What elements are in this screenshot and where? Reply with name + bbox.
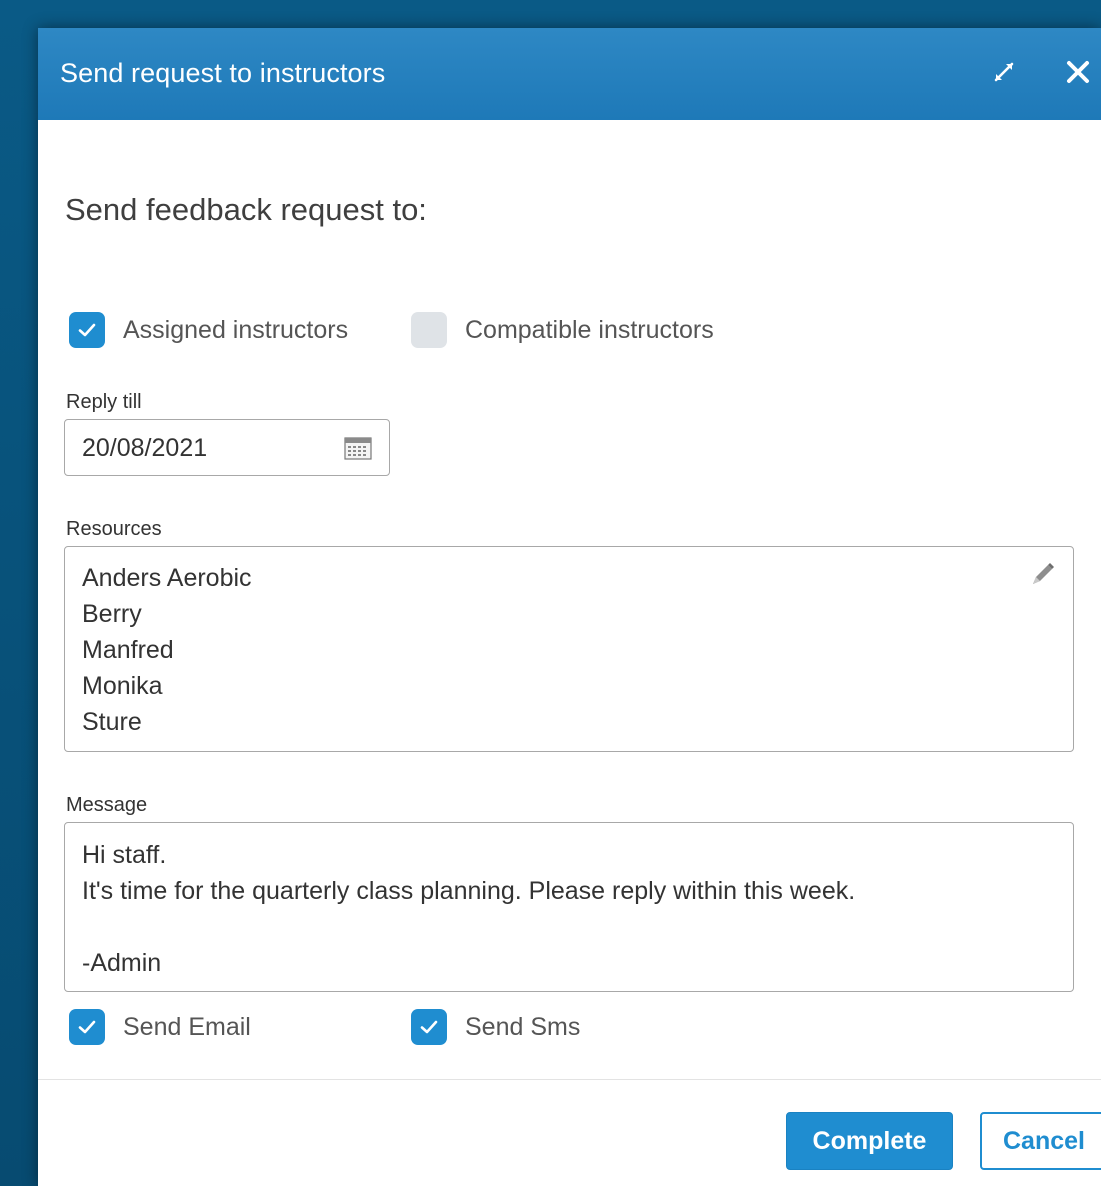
close-icon[interactable] bbox=[1062, 56, 1094, 88]
send-sms-label: Send Sms bbox=[465, 1012, 581, 1041]
message-textarea[interactable]: Hi staff. It's time for the quarterly cl… bbox=[64, 822, 1074, 992]
reply-till-date-field[interactable]: 20/08/2021 bbox=[64, 419, 390, 476]
message-line: Hi staff. bbox=[82, 841, 167, 869]
resource-item: Sture bbox=[82, 708, 142, 736]
message-line bbox=[82, 909, 1056, 945]
reply-till-label: Reply till bbox=[66, 391, 142, 413]
dialog-titlebar: Send request to instructors bbox=[38, 28, 1101, 120]
form-heading: Send feedback request to: bbox=[65, 192, 427, 227]
checkbox-checked-icon[interactable] bbox=[69, 312, 105, 348]
pencil-icon[interactable] bbox=[1027, 560, 1057, 595]
assigned-instructors-label: Assigned instructors bbox=[123, 315, 349, 344]
checkbox-checked-icon[interactable] bbox=[69, 1009, 105, 1045]
checkbox-unchecked-icon[interactable] bbox=[411, 312, 447, 348]
resource-item: Monika bbox=[82, 672, 163, 700]
compatible-instructors-checkbox[interactable]: Compatible instructors bbox=[411, 312, 714, 348]
resources-field[interactable]: Anders Aerobic Berry Manfred Monika Stur… bbox=[64, 546, 1074, 752]
dialog-title: Send request to instructors bbox=[60, 58, 386, 88]
resources-label: Resources bbox=[66, 518, 162, 540]
checkbox-checked-icon[interactable] bbox=[411, 1009, 447, 1045]
reply-till-value: 20/08/2021 bbox=[82, 434, 208, 462]
expand-icon[interactable] bbox=[988, 56, 1020, 88]
complete-button[interactable]: Complete bbox=[786, 1112, 953, 1170]
send-request-dialog: Send request to instructors Send feedbac… bbox=[38, 28, 1101, 1186]
resources-list: Anders Aerobic Berry Manfred Monika Stur… bbox=[82, 560, 252, 740]
resource-item: Berry bbox=[82, 600, 142, 628]
compatible-instructors-label: Compatible instructors bbox=[465, 315, 714, 344]
message-line: It's time for the quarterly class planni… bbox=[82, 877, 856, 905]
cancel-button[interactable]: Cancel bbox=[980, 1112, 1101, 1170]
calendar-icon[interactable] bbox=[344, 436, 372, 465]
resource-item: Anders Aerobic bbox=[82, 564, 252, 592]
message-label: Message bbox=[66, 794, 148, 816]
resource-item: Manfred bbox=[82, 636, 174, 664]
footer-divider bbox=[38, 1079, 1101, 1080]
assigned-instructors-checkbox[interactable]: Assigned instructors bbox=[69, 312, 348, 348]
send-email-checkbox[interactable]: Send Email bbox=[69, 1009, 251, 1045]
message-line: -Admin bbox=[82, 949, 162, 977]
send-email-label: Send Email bbox=[123, 1012, 251, 1041]
send-sms-checkbox[interactable]: Send Sms bbox=[411, 1009, 580, 1045]
